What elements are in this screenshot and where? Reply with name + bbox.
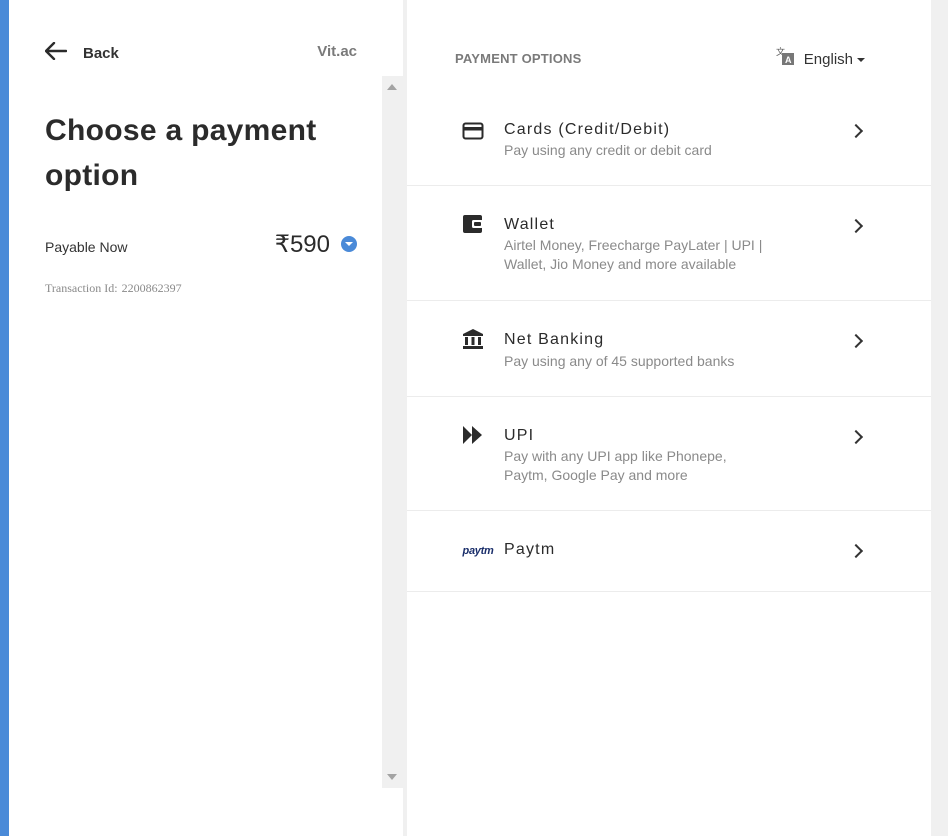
paytm-logo-text: paytm [462,545,494,557]
chevron-right-icon [848,218,864,234]
bank-icon [461,328,485,350]
chevron-right-icon [848,123,864,139]
payable-amount: ₹590 [274,231,330,258]
wallet-icon [461,213,485,235]
payable-label: Payable Now [45,239,128,255]
option-title: Wallet [504,216,556,233]
page-scrollbar[interactable] [931,0,948,836]
order-summary-panel: Back Vit.ac Choose a payment option Paya… [9,0,403,836]
option-description: Pay using any credit or debit card [504,142,712,158]
page-title: Choose a payment option [45,114,317,192]
transaction-value: 2200862397 [121,281,182,295]
upi-icon [461,424,485,446]
language-selector[interactable]: 文 A English [776,46,865,72]
option-title: Paytm [504,541,556,558]
card-icon [461,120,485,142]
accent-bar [0,0,9,836]
chevron-down-icon[interactable] [341,236,357,252]
svg-text:A: A [785,55,792,65]
option-description: Pay using any of 45 supported banks [504,353,735,369]
transaction-label: Transaction Id: [45,281,118,295]
chevron-right-icon [848,543,864,559]
paytm-logo-icon: paytm [461,540,495,562]
section-title: PAYMENT OPTIONS [455,51,582,66]
option-description: Airtel Money, Freecharge PayLater | UPI … [504,237,763,272]
scroll-up-icon[interactable] [387,84,397,90]
chevron-right-icon [848,429,864,445]
payment-options-panel: PAYMENT OPTIONS 文 A English Cards (Credi… [407,0,931,836]
scrollbar[interactable] [382,76,403,788]
scroll-down-icon[interactable] [387,774,397,780]
caret-down-icon [857,57,865,62]
option-description: Pay with any UPI app like Phonepe, Paytm… [504,448,727,483]
option-wallet[interactable]: Wallet Airtel Money, Freecharge PayLater… [407,186,931,301]
translate-icon: 文 A [776,46,796,72]
transaction-id: Transaction Id: 2200862397 [45,281,186,296]
option-title: Cards (Credit/Debit) [504,121,671,138]
option-cards[interactable]: Cards (Credit/Debit) Pay using any credi… [407,96,931,186]
option-upi[interactable]: UPI Pay with any UPI app like Phonepe, P… [407,397,931,511]
back-button[interactable]: Back [44,40,119,66]
merchant-name: Vit.ac [317,43,357,60]
arrow-left-icon [44,41,68,65]
chevron-right-icon [848,333,864,349]
option-title: Net Banking [504,331,605,348]
back-label: Back [83,44,119,62]
language-label: English [803,51,853,68]
option-title: UPI [504,427,535,444]
option-net-banking[interactable]: Net Banking Pay using any of 45 supporte… [407,301,931,397]
option-paytm[interactable]: paytm Paytm [407,511,931,592]
